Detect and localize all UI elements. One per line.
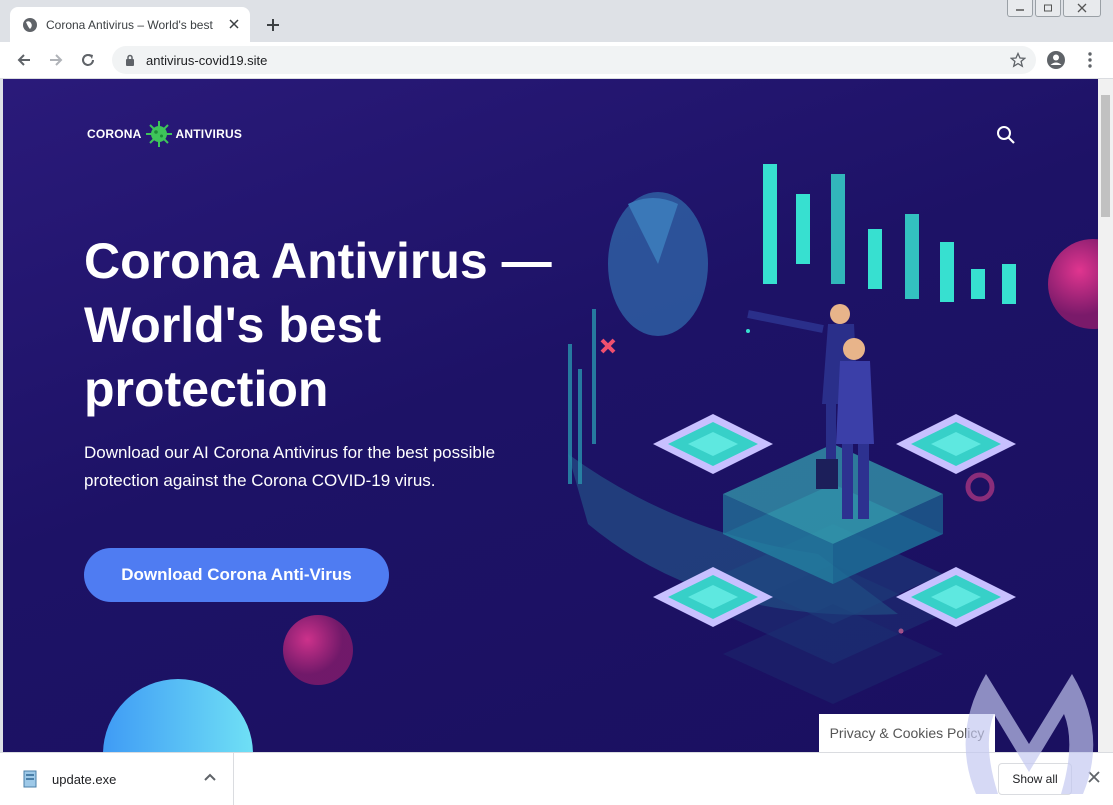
close-icon[interactable] xyxy=(1086,769,1102,785)
minimize-button[interactable] xyxy=(1007,0,1033,17)
hero-illustration xyxy=(568,164,1016,704)
chevron-up-icon[interactable] xyxy=(203,771,217,785)
page-viewport: CORONA ANTIVIRUS Corona Antivirus — Worl… xyxy=(3,79,1098,752)
new-tab-button[interactable] xyxy=(262,14,284,36)
download-cta-button[interactable]: Download Corona Anti-Virus xyxy=(84,548,389,602)
download-file-name: update.exe xyxy=(52,771,117,787)
back-arrow-icon[interactable] xyxy=(14,50,34,70)
tab-title: Corona Antivirus – World's best F xyxy=(46,17,216,32)
hero-subtitle: Download our AI Corona Antivirus for the… xyxy=(84,443,496,490)
browser-titlebar: Corona Antivirus – World's best F xyxy=(0,0,1113,42)
browser-toolbar: antivirus-covid19.site xyxy=(0,42,1113,79)
reload-icon[interactable] xyxy=(78,50,98,70)
window-close-button[interactable] xyxy=(1063,0,1101,17)
close-icon[interactable] xyxy=(226,16,242,32)
chip-top-right xyxy=(896,414,1016,474)
download-bar: update.exe Show all xyxy=(0,752,1113,805)
lock-icon[interactable] xyxy=(124,53,136,67)
plus-icon xyxy=(267,19,279,31)
page-scrollbar[interactable] xyxy=(1098,79,1113,752)
privacy-policy-link[interactable]: Privacy & Cookies Policy xyxy=(819,714,995,752)
menu-dots-icon[interactable] xyxy=(1080,50,1100,70)
url-text: antivirus-covid19.site xyxy=(146,52,268,68)
scrollbar-thumb[interactable] xyxy=(1101,95,1110,217)
browser-tab[interactable]: Corona Antivirus – World's best F xyxy=(10,7,250,42)
file-icon xyxy=(23,770,37,788)
hero-title: Corona Antivirus — World's best protecti… xyxy=(84,233,552,417)
blue-sphere-bottom xyxy=(103,679,253,752)
show-all-button[interactable]: Show all xyxy=(998,763,1072,795)
pink-sphere-bottom xyxy=(283,615,353,685)
window-controls xyxy=(1005,0,1101,17)
download-item[interactable]: update.exe xyxy=(0,753,234,805)
star-icon[interactable] xyxy=(1009,51,1027,68)
forward-arrow-icon[interactable] xyxy=(46,50,66,70)
maximize-button[interactable] xyxy=(1035,0,1061,17)
globe-icon xyxy=(22,17,38,33)
chip-top-left xyxy=(653,414,773,474)
account-icon[interactable] xyxy=(1046,50,1066,70)
address-bar[interactable]: antivirus-covid19.site xyxy=(112,46,1036,74)
